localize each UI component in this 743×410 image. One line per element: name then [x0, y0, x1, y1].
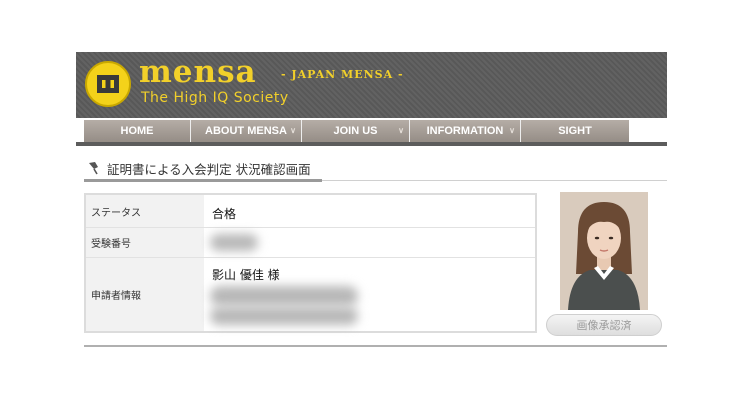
redacted-applicant-details: [210, 307, 358, 325]
nav-item-about-mensa[interactable]: ABOUT MENSA ∨: [191, 120, 302, 142]
applicant-name: 影山 優佳 様: [212, 268, 280, 282]
table-row: 受験番号: [86, 228, 535, 258]
brand-name[interactable]: mensa: [139, 54, 257, 90]
applicant-value-cell: 影山 優佳 様: [204, 258, 535, 331]
pin-icon: [89, 162, 98, 175]
status-label: ステータス: [86, 195, 204, 227]
exam-number-value: [204, 228, 535, 257]
applicant-photo: [560, 192, 648, 310]
nav-label: JOIN US: [333, 125, 378, 137]
chevron-down-icon: ∨: [509, 126, 515, 135]
applicant-label: 申請者情報: [86, 258, 204, 331]
nav-label: HOME: [120, 125, 154, 137]
chevron-down-icon: ∨: [398, 126, 404, 135]
table-row: ステータス 合格: [86, 195, 535, 228]
nav-label: SIGHT: [558, 125, 592, 137]
brand-tagline: The High IQ Society: [141, 90, 289, 106]
nav-item-join-us[interactable]: JOIN US ∨: [302, 120, 410, 142]
status-table: ステータス 合格 受験番号 申請者情報 影山 優佳 様: [84, 193, 537, 333]
site-header: mensa - JAPAN MENSA - The High IQ Societ…: [76, 52, 667, 118]
chevron-down-icon: ∨: [290, 126, 296, 135]
redacted-applicant-details: [210, 286, 358, 306]
brand-subtitle: - JAPAN MENSA -: [281, 68, 404, 81]
header-strip: [76, 142, 667, 146]
nav-label: INFORMATION: [426, 125, 504, 137]
nav-label: ABOUT MENSA: [205, 125, 287, 137]
nav-item-information[interactable]: INFORMATION ∨: [410, 120, 521, 142]
page-title: 証明書による入会判定 状況確認画面: [107, 162, 311, 177]
nav-item-home[interactable]: HOME: [84, 120, 191, 142]
table-row: 申請者情報 影山 優佳 様: [86, 258, 535, 331]
divider: [84, 345, 667, 347]
title-underline: [84, 179, 322, 182]
mensa-logo-icon[interactable]: [85, 61, 131, 107]
status-value: 合格: [212, 207, 237, 221]
status-value-cell: 合格: [204, 195, 535, 227]
image-approved-button[interactable]: 画像承認済: [546, 314, 662, 336]
nav-item-sight[interactable]: SIGHT: [521, 120, 629, 142]
redacted-exam-number: [210, 234, 258, 251]
exam-number-label: 受験番号: [86, 228, 204, 257]
main-nav: HOME ABOUT MENSA ∨ JOIN US ∨ INFORMATION…: [84, 120, 629, 142]
